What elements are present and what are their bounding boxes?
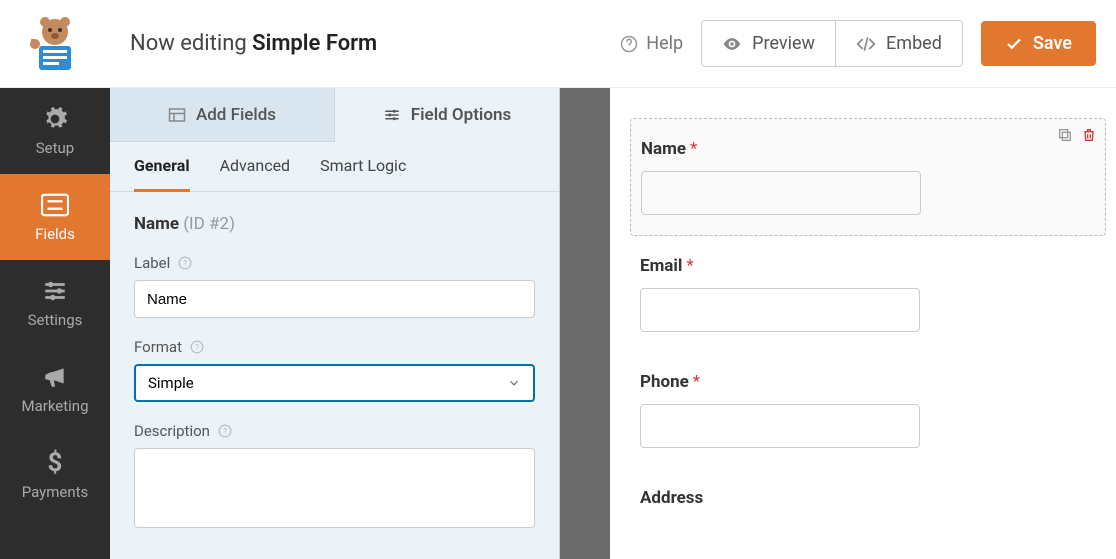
- sidebar-item-fields[interactable]: Fields: [0, 174, 110, 260]
- svg-text:?: ?: [223, 426, 227, 436]
- sidebar-item-settings[interactable]: Settings: [0, 260, 110, 346]
- label-label: Label ?: [134, 254, 535, 272]
- help-link[interactable]: Help: [620, 33, 683, 54]
- label-format: Format ?: [134, 338, 535, 356]
- topbar: Now editing Simple Form Help Preview Emb…: [0, 0, 1116, 88]
- form-icon: [41, 191, 69, 219]
- bear-logo-icon: [25, 14, 85, 74]
- page-title: Now editing Simple Form: [110, 31, 620, 56]
- code-icon: [856, 34, 876, 54]
- field-title: Name (ID #2): [134, 214, 535, 234]
- tab-field-options[interactable]: Field Options: [335, 88, 559, 142]
- duplicate-icon[interactable]: [1057, 127, 1073, 143]
- preview-label: Name*: [641, 139, 1095, 159]
- group-description: Description ?: [134, 422, 535, 528]
- sidebar-item-setup[interactable]: Setup: [0, 88, 110, 174]
- gear-icon: [41, 105, 69, 133]
- subtab-smart-logic[interactable]: Smart Logic: [320, 142, 406, 191]
- preview-field-email[interactable]: Email*: [630, 236, 1106, 352]
- form-preview: Name* Email* Phone* Address: [610, 88, 1116, 559]
- sidebar: Setup Fields Settings Marketing $ Paymen…: [0, 88, 110, 559]
- sidebar-item-label: Settings: [28, 311, 83, 329]
- eye-icon: [722, 34, 742, 54]
- preview-label: Address: [640, 488, 1096, 508]
- sidebar-item-label: Setup: [36, 139, 74, 157]
- help-icon[interactable]: ?: [178, 256, 192, 270]
- svg-text:$: $: [48, 449, 63, 477]
- save-button[interactable]: Save: [981, 21, 1096, 66]
- chevron-down-icon: [507, 376, 521, 390]
- sliders-small-icon: [383, 106, 401, 124]
- sliders-icon: [41, 277, 69, 305]
- preview-field-phone[interactable]: Phone*: [630, 352, 1106, 468]
- panel-body: Name (ID #2) Label ? Format ? Simple: [110, 192, 559, 559]
- preview-label: Phone*: [640, 372, 1096, 392]
- grid-icon: [168, 106, 186, 124]
- format-select[interactable]: Simple: [134, 364, 535, 402]
- sidebar-item-payments[interactable]: $ Payments: [0, 432, 110, 518]
- group-format: Format ? Simple: [134, 338, 535, 402]
- bullhorn-icon: [41, 363, 69, 391]
- label-description: Description ?: [134, 422, 535, 440]
- sidebar-item-label: Fields: [35, 225, 75, 243]
- dollar-icon: $: [41, 449, 69, 477]
- sidebar-item-label: Marketing: [21, 397, 88, 415]
- options-panel: Add Fields Field Options General Advance…: [110, 88, 560, 559]
- field-actions: [1057, 127, 1097, 143]
- preview-input[interactable]: [641, 171, 921, 215]
- tab-add-fields[interactable]: Add Fields: [110, 88, 335, 142]
- svg-text:?: ?: [195, 342, 199, 352]
- preview-embed-group: Preview Embed: [701, 20, 963, 67]
- sub-tabs: General Advanced Smart Logic: [110, 142, 559, 192]
- help-icon[interactable]: ?: [190, 340, 204, 354]
- label-input[interactable]: [134, 280, 535, 318]
- help-icon[interactable]: ?: [218, 424, 232, 438]
- sidebar-item-label: Payments: [22, 483, 89, 501]
- preview-field-address[interactable]: Address: [630, 468, 1106, 540]
- preview-field-name[interactable]: Name*: [630, 118, 1106, 236]
- trash-icon[interactable]: [1081, 127, 1097, 143]
- check-icon: [1005, 35, 1023, 53]
- subtab-advanced[interactable]: Advanced: [220, 142, 291, 191]
- preview-input[interactable]: [640, 404, 920, 448]
- top-actions: Help Preview Embed Save: [620, 20, 1096, 67]
- svg-text:?: ?: [183, 258, 187, 268]
- panel-tabs: Add Fields Field Options: [110, 88, 559, 142]
- help-icon: [620, 35, 638, 53]
- preview-label: Email*: [640, 256, 1096, 276]
- sidebar-item-marketing[interactable]: Marketing: [0, 346, 110, 432]
- description-textarea[interactable]: [134, 448, 535, 528]
- preview-input[interactable]: [640, 288, 920, 332]
- preview-gutter: [560, 88, 610, 559]
- preview-button[interactable]: Preview: [702, 21, 835, 66]
- app-logo: [0, 14, 110, 74]
- group-label: Label ?: [134, 254, 535, 318]
- subtab-general[interactable]: General: [134, 142, 190, 192]
- main-layout: Setup Fields Settings Marketing $ Paymen…: [0, 88, 1116, 559]
- embed-button[interactable]: Embed: [835, 21, 962, 66]
